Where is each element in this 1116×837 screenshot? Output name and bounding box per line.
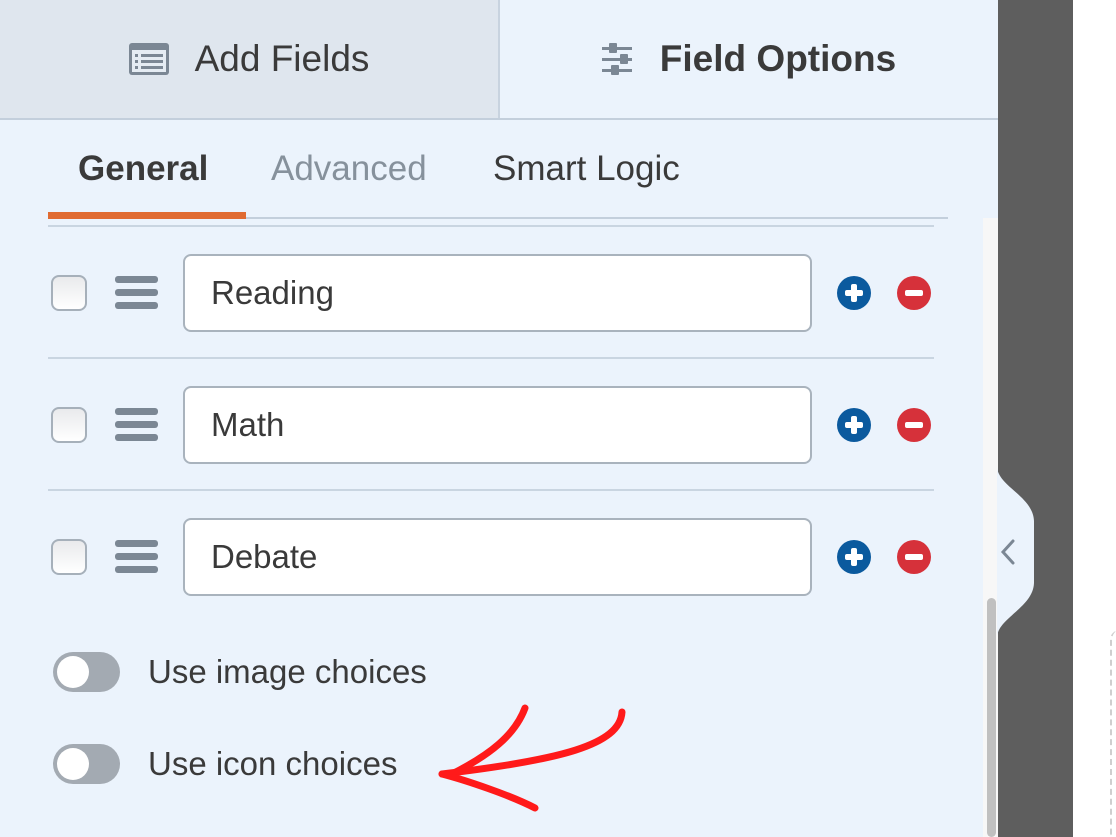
- panel-tabs: Add Fields Field Options: [0, 0, 998, 120]
- collapse-panel-button[interactable]: [997, 466, 1039, 638]
- choice-default-checkbox[interactable]: [51, 539, 87, 575]
- choice-label-input[interactable]: [183, 518, 812, 596]
- add-choice-button[interactable]: [837, 276, 871, 310]
- form-builder-screen: Add Fields Field Options General Advance…: [0, 0, 1116, 837]
- choice-label-input[interactable]: [183, 386, 812, 464]
- choice-default-checkbox[interactable]: [51, 275, 87, 311]
- choice-row: [48, 227, 934, 359]
- subtab-active-indicator: [48, 212, 246, 219]
- use-icon-choices-toggle-row[interactable]: Use icon choices: [53, 739, 397, 789]
- choice-row: [48, 359, 934, 491]
- toggle-knob: [57, 748, 89, 780]
- preview-field-outline: [1110, 630, 1116, 837]
- drag-handle-icon[interactable]: [115, 408, 158, 442]
- subtab-advanced[interactable]: Advanced: [271, 120, 427, 218]
- add-choice-button[interactable]: [837, 408, 871, 442]
- use-image-choices-label: Use image choices: [148, 653, 427, 690]
- drag-handle-icon[interactable]: [115, 540, 158, 574]
- field-options-panel: Add Fields Field Options General Advance…: [0, 0, 998, 837]
- remove-choice-button[interactable]: [897, 276, 931, 310]
- scrollbar-thumb[interactable]: [987, 598, 996, 837]
- tab-field-options-label: Field Options: [659, 38, 897, 79]
- drag-handle-icon[interactable]: [115, 276, 158, 310]
- tab-add-fields-label: Add Fields: [194, 38, 370, 79]
- subtab-general[interactable]: General: [78, 120, 208, 218]
- choice-default-checkbox[interactable]: [51, 407, 87, 443]
- remove-choice-button[interactable]: [897, 408, 931, 442]
- sliders-icon: [601, 43, 634, 75]
- use-icon-choices-label: Use icon choices: [148, 745, 398, 782]
- toggle-knob: [57, 656, 89, 688]
- use-image-choices-toggle-row[interactable]: Use image choices: [53, 647, 427, 697]
- use-icon-choices-toggle[interactable]: [53, 744, 120, 784]
- panel-resizer-strip: [998, 0, 1073, 837]
- tab-add-fields[interactable]: Add Fields: [0, 0, 500, 118]
- use-image-choices-toggle[interactable]: [53, 652, 120, 692]
- add-choice-button[interactable]: [837, 540, 871, 574]
- choice-row: [48, 491, 934, 623]
- tab-field-options[interactable]: Field Options: [500, 0, 998, 118]
- remove-choice-button[interactable]: [897, 540, 931, 574]
- choice-label-input[interactable]: [183, 254, 812, 332]
- field-option-subtabs: General Advanced Smart Logic: [48, 120, 948, 220]
- subtab-smart-logic[interactable]: Smart Logic: [493, 120, 680, 218]
- form-list-icon: [128, 43, 169, 75]
